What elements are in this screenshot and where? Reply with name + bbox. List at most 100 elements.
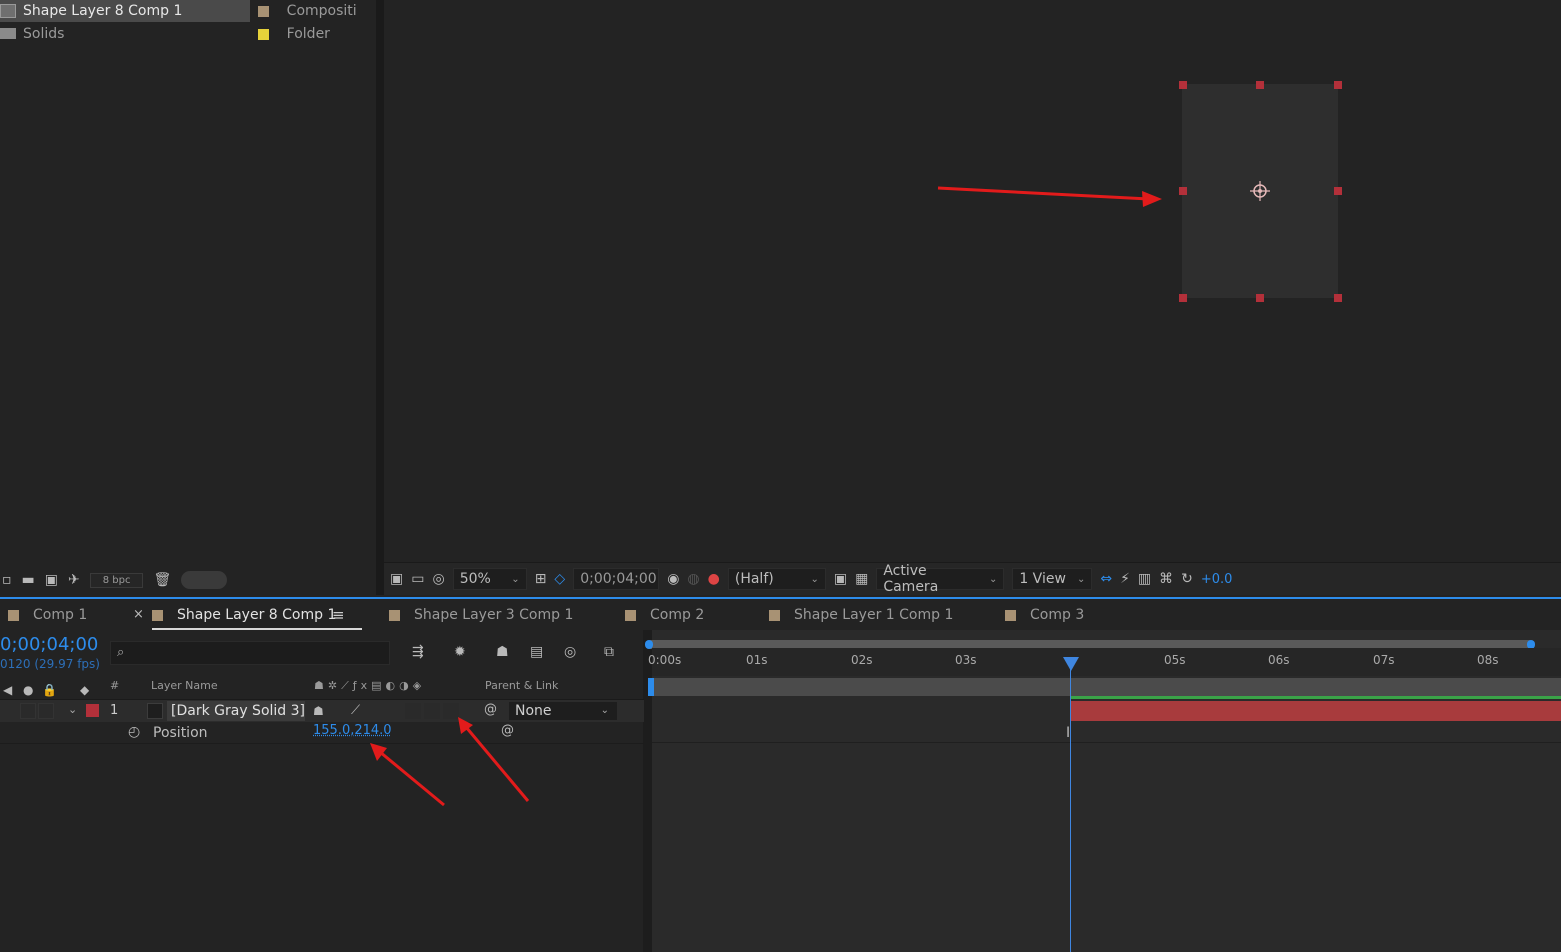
always-preview-icon[interactable]: ▣ xyxy=(390,572,403,586)
composition-viewer[interactable] xyxy=(384,0,1561,562)
camera-dropdown[interactable]: Active Camera ⌄ xyxy=(876,563,1005,595)
transform-handle[interactable] xyxy=(1334,81,1342,89)
frame-blending-icon[interactable]: ▤ xyxy=(530,645,543,659)
parent-dropdown[interactable]: None ⌄ xyxy=(508,701,618,721)
show-snapshot-icon[interactable]: ◍ xyxy=(687,572,699,586)
resolution-value: (Half) xyxy=(734,571,774,587)
reset-exposure-icon[interactable]: ↻ xyxy=(1181,572,1193,586)
new-composition-icon[interactable]: ▣ xyxy=(45,573,58,587)
transform-handle[interactable] xyxy=(1334,294,1342,302)
transform-handle[interactable] xyxy=(1179,187,1187,195)
thumbnail-toggle[interactable] xyxy=(181,571,228,589)
layer-name-field[interactable]: [Dark Gray Solid 3] xyxy=(167,701,305,721)
new-folder-icon[interactable]: ▬ xyxy=(22,573,35,587)
ruler-tick: 05s xyxy=(1164,653,1186,667)
position-value[interactable]: 155.0,214.0 xyxy=(313,723,392,738)
layer-duration-bar[interactable] xyxy=(1071,701,1561,721)
shy-switch-icon[interactable]: ☗ xyxy=(313,704,324,718)
parent-link-column-header[interactable]: Parent & Link xyxy=(485,679,558,699)
channel-icon[interactable]: ● xyxy=(708,572,720,586)
search-icon: ⌕ xyxy=(117,645,125,660)
zoom-dropdown[interactable]: 50% ⌄ xyxy=(452,568,527,590)
layer-label-color[interactable] xyxy=(86,704,99,717)
transform-handle[interactable] xyxy=(1256,81,1264,89)
transform-handle[interactable] xyxy=(1179,81,1187,89)
chevron-down-icon: ⌄ xyxy=(988,573,998,585)
anchor-point-icon[interactable] xyxy=(1249,180,1271,202)
transform-handle[interactable] xyxy=(1179,294,1187,302)
tab-comp-3[interactable]: Comp 3 xyxy=(1005,600,1084,630)
tab-comp-1[interactable]: Comp 1 xyxy=(8,600,87,630)
panel-menu-icon[interactable]: ≡ xyxy=(332,606,345,624)
transform-handle[interactable] xyxy=(1256,294,1264,302)
work-area-bar[interactable] xyxy=(648,678,1561,696)
video-switch[interactable] xyxy=(20,703,36,719)
stopwatch-icon[interactable]: ◴ xyxy=(128,725,140,739)
project-item[interactable]: Shape Layer 8 Comp 1 Compositic xyxy=(0,0,356,22)
shy-layers-icon[interactable]: ☗ xyxy=(496,645,509,659)
switch-box[interactable] xyxy=(424,703,440,719)
tab-shape-layer-8-comp-1[interactable]: Shape Layer 8 Comp 1 xyxy=(152,600,363,630)
tab-comp-2[interactable]: Comp 2 xyxy=(625,600,704,630)
timecode-field[interactable]: 0;00;04;00 xyxy=(573,568,660,590)
monitor-icon[interactable]: ▭ xyxy=(411,572,424,586)
layer-name-column-header[interactable]: Layer Name xyxy=(151,679,218,699)
video-eye-icon[interactable]: ● xyxy=(23,683,33,697)
viewer-timecode: 0;00;04;00 xyxy=(580,571,657,587)
label-swatch xyxy=(152,609,163,621)
tab-shape-layer-3-comp-1[interactable]: Shape Layer 3 Comp 1 xyxy=(389,600,573,630)
quality-switch-icon[interactable]: ⟋ xyxy=(351,704,360,718)
transform-handle[interactable] xyxy=(1334,187,1342,195)
panel-divider[interactable] xyxy=(376,0,384,595)
render-queue-icon[interactable]: ✈ xyxy=(68,573,80,587)
label-swatch[interactable] xyxy=(257,5,269,17)
exposure-value[interactable]: +0.0 xyxy=(1201,572,1233,587)
toggle-pixel-aspect-icon[interactable]: ⇔ xyxy=(1100,572,1112,586)
lock-icon[interactable]: 🔒 xyxy=(42,683,57,697)
trash-icon[interactable]: 🗑 xyxy=(153,573,171,587)
grid-icon[interactable]: ⊞ xyxy=(535,572,547,586)
solo-switch[interactable] xyxy=(38,703,54,719)
label-tag-icon[interactable]: ◆ xyxy=(80,683,89,697)
work-area-start-handle[interactable] xyxy=(648,678,654,696)
chevron-down-icon: ⌄ xyxy=(1076,573,1086,585)
region-of-interest-icon[interactable]: ◇ xyxy=(554,572,565,586)
flowchart-icon[interactable]: ⌘ xyxy=(1159,572,1173,586)
pick-whip-icon[interactable]: @ xyxy=(484,703,497,717)
ruler-tick: 02s xyxy=(851,653,873,667)
ruler-tick: 06s xyxy=(1268,653,1290,667)
resolution-dropdown[interactable]: (Half) ⌄ xyxy=(727,568,826,590)
switches-column-icons[interactable]: ☗✲⟋ƒx▤◐◑◈ xyxy=(314,679,425,699)
current-time-indicator[interactable] xyxy=(1070,660,1071,952)
current-time-indicator-head[interactable] xyxy=(1063,657,1079,671)
fast-preview-icon[interactable]: ⚡ xyxy=(1120,572,1130,586)
close-icon[interactable]: × xyxy=(133,607,144,622)
folder-icon xyxy=(0,28,16,39)
bit-depth-button[interactable]: 8 bpc xyxy=(89,572,144,588)
layer-search-input[interactable]: ⌕ xyxy=(110,641,390,665)
chevron-down-icon[interactable]: ⌄ xyxy=(68,703,77,716)
current-time-display[interactable]: 0;00;04;00 xyxy=(0,634,98,655)
project-item-type: Compositic xyxy=(286,3,356,19)
motion-blur-icon[interactable]: ◎ xyxy=(564,645,576,659)
tab-shape-layer-1-comp-1[interactable]: Shape Layer 1 Comp 1 xyxy=(769,600,953,630)
pick-whip-icon[interactable]: @ xyxy=(501,724,514,738)
draft-3d-icon[interactable]: ✹ xyxy=(454,645,466,659)
number-column-header[interactable]: # xyxy=(110,679,119,699)
switch-box[interactable] xyxy=(405,703,421,719)
switch-box[interactable] xyxy=(443,703,459,719)
interpret-footage-icon[interactable]: ▫ xyxy=(2,573,12,587)
snapshot-icon[interactable]: ◉ xyxy=(667,572,679,586)
cache-indicator xyxy=(1071,696,1561,699)
audio-icon[interactable]: ◀ xyxy=(3,683,12,697)
project-item[interactable]: Solids Folder xyxy=(0,23,356,45)
label-swatch[interactable] xyxy=(257,28,269,40)
transparency-grid-icon[interactable]: ▦ xyxy=(855,572,868,586)
composition-mini-flowchart-icon[interactable]: ⇶ xyxy=(412,645,424,659)
fast-previews-icon[interactable]: ▣ xyxy=(834,572,847,586)
view-layout-dropdown[interactable]: 1 View ⌄ xyxy=(1012,568,1093,590)
graph-editor-icon[interactable]: ⧉ xyxy=(604,645,614,659)
timeline-icon[interactable]: ▥ xyxy=(1138,572,1151,586)
mask-visibility-icon[interactable]: ◎ xyxy=(432,572,444,586)
time-ruler[interactable] xyxy=(652,648,1561,676)
